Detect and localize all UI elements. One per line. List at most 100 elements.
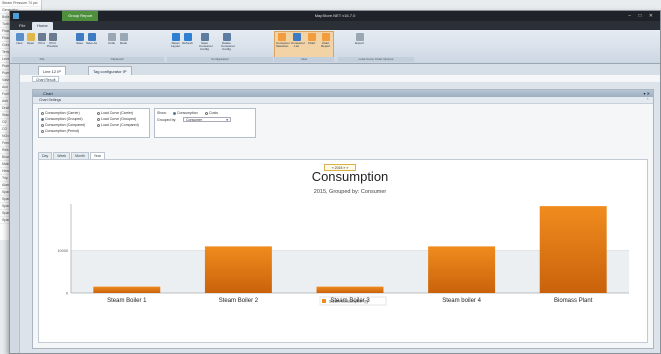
ribbon-button-consumer-selection[interactable]: Consumer Selection — [276, 33, 290, 48]
ribbon-button-save-consumer-config[interactable]: Save Consumer Config — [199, 33, 213, 51]
doc-tab-tag-configurator[interactable]: Tag configurator IP — [88, 66, 132, 75]
ribbon-button-label: Redo — [119, 41, 128, 45]
document-area: Line 12 IP Tag configurator IP Chart Res… — [10, 64, 660, 353]
ribbon-button-undo[interactable]: Undo — [106, 33, 117, 45]
chart-report-icon — [321, 33, 330, 41]
ribbon-button-label: Delete Consumer Config — [221, 41, 235, 51]
ribbon-button-refresh[interactable]: Refresh — [182, 33, 193, 45]
ribbon-group-label: Load Curve Chart Options — [338, 57, 414, 62]
ribbon-button-label: New — [16, 41, 23, 45]
doc-tab-line12[interactable]: Line 12 IP — [38, 66, 67, 75]
bar — [539, 206, 607, 293]
ribbon-button-export[interactable]: Export — [354, 33, 365, 45]
ribbon-button-label: Consumer Selection — [276, 41, 290, 48]
save-as-icon — [87, 33, 96, 41]
ribbon-button-save[interactable]: Save — [74, 33, 85, 45]
legend-swatch — [322, 299, 326, 303]
ribbon-button-chart-report[interactable]: Chart Report — [320, 33, 331, 48]
grouped-by-label: Grouped by: — [157, 118, 177, 122]
opt-load-curve-grouped[interactable]: Load Curve (Grouped) — [97, 117, 136, 121]
ribbon-button-label: Save — [76, 41, 83, 45]
ribbon-tab-file[interactable]: File — [14, 22, 30, 30]
ribbon-button-consumer-list[interactable]: Consumer List — [291, 33, 305, 48]
refresh-icon — [183, 33, 192, 41]
x-tick-label: Steam boiler 4 — [442, 298, 481, 304]
bar — [428, 246, 496, 293]
title-bar: Group Report MapStore.NET v16.7.0 – □ ✕ — [10, 11, 660, 21]
window-controls[interactable]: – □ ✕ — [628, 11, 656, 21]
period-tabs: Day Week Month Year — [38, 152, 106, 159]
ribbon-button-new[interactable]: New — [14, 33, 25, 45]
show-costs[interactable]: Costs — [205, 111, 218, 115]
ribbon-button-label: Export — [355, 41, 364, 45]
ribbon-tab-home[interactable]: Home — [32, 22, 53, 30]
side-panel-strip[interactable] — [10, 64, 20, 353]
save-consumer-config-icon — [200, 33, 209, 41]
consumer-list-icon — [292, 33, 301, 41]
opt-load-curve-carrier[interactable]: Load Curve (Carrier) — [97, 111, 133, 115]
ribbon-button-label: Save As — [86, 41, 98, 45]
save-icon — [75, 33, 84, 41]
grouped-by-select[interactable]: Consumer ▾ — [183, 117, 231, 122]
chart-type-box: Consumption (Carrier) Consumption (Group… — [38, 108, 150, 138]
document-tabs: Line 12 IP Tag configurator IP — [20, 64, 660, 75]
window-title: MapStore.NET v16.7.0 — [314, 13, 356, 18]
chart-title: Consumption — [312, 169, 389, 184]
ribbon-button-print-preview[interactable]: Print Preview — [47, 33, 58, 48]
bar — [204, 246, 272, 293]
bar — [93, 286, 161, 293]
ribbon-group-label: Configuration — [167, 57, 273, 62]
sub-tab-chart-result[interactable]: Chart Result — [32, 76, 60, 82]
panel-title: Chart — [43, 91, 53, 96]
ribbon-button-label: Print Preview — [47, 41, 58, 48]
show-consumption[interactable]: Consumption — [173, 111, 198, 115]
ribbon-button-save-as[interactable]: Save As — [86, 33, 97, 45]
opt-consumption-period[interactable]: Consumption (Period) — [41, 129, 79, 133]
ribbon-button-label: Undo — [107, 41, 116, 45]
ribbon-button-label: Save Consumer Config — [199, 41, 213, 51]
ribbon-button-chart[interactable]: Chart — [306, 33, 317, 45]
ribbon-button-label: Print — [38, 41, 45, 45]
print-preview-icon — [48, 33, 57, 41]
chart-icon — [307, 33, 316, 41]
chart-settings: Consumption (Carrier) Consumption (Group… — [38, 108, 261, 142]
consumption-chart: Consumption 2015, Grouped by: Consumer 0 10… — [57, 169, 629, 306]
ribbon-button-label: Consumer List — [291, 41, 305, 48]
opt-consumption-carrier[interactable]: Consumption (Carrier) — [41, 111, 80, 115]
opt-consumption-compared[interactable]: Consumption (Compared) — [41, 123, 85, 127]
ribbon-tab-bar: File Home — [10, 21, 660, 30]
y-tick-label: 0 — [66, 292, 68, 296]
settings-collapse-icon[interactable]: ⌃ — [646, 97, 649, 104]
print-icon — [37, 33, 46, 41]
ribbon-button-label: Chart Report — [320, 41, 330, 48]
show-options-box: Show: Consumption Costs Grouped by: Cons… — [154, 108, 256, 138]
panel-close-icon[interactable]: ▾ ✕ — [644, 90, 650, 97]
background-row: Steam Pressure 74 psi — [0, 0, 41, 7]
settings-header[interactable]: Chart Settings ⌃ — [33, 97, 653, 104]
period-tab-week[interactable]: Week — [53, 152, 71, 159]
show-label: Show: — [157, 111, 167, 115]
period-tab-year[interactable]: Year — [89, 152, 105, 159]
ribbon-button-label: Refresh — [182, 41, 193, 45]
panel-header: Chart ▾ ✕ — [33, 90, 653, 97]
ribbon-group-label: File — [12, 57, 72, 62]
opt-load-curve-compared[interactable]: Load Curve (Compared) — [97, 123, 139, 127]
ribbon-button-redo[interactable]: Redo — [118, 33, 129, 45]
ribbon-group-label: View — [274, 57, 334, 62]
chart-panel: Chart ▾ ✕ Chart Settings ⌃ Consumption (… — [32, 89, 654, 349]
period-tab-day[interactable]: Day — [38, 152, 53, 159]
legend-label: Steam Consumption [t] — [329, 300, 368, 304]
app-window: Group Report MapStore.NET v16.7.0 – □ ✕ … — [9, 10, 661, 354]
y-tick-label: 10000 — [57, 249, 68, 253]
chart-subtitle: 2015, Grouped by: Consumer — [314, 189, 387, 195]
ribbon-button-reset-layout[interactable]: Reset Layout — [170, 33, 181, 48]
delete-consumer-config-icon — [222, 33, 231, 41]
ribbon-button-label: Chart — [307, 41, 316, 45]
opt-consumption-grouped[interactable]: Consumption (Grouped) — [41, 117, 83, 121]
period-tab-month[interactable]: Month — [71, 152, 89, 159]
ribbon-button-label: Reset Layout — [170, 41, 180, 48]
ribbon-button-print[interactable]: Print — [36, 33, 47, 45]
sub-tabs: Chart Result — [20, 75, 660, 82]
ribbon-button-delete-consumer-config[interactable]: Delete Consumer Config — [221, 33, 235, 51]
ribbon-button-open[interactable]: Open — [25, 33, 36, 45]
